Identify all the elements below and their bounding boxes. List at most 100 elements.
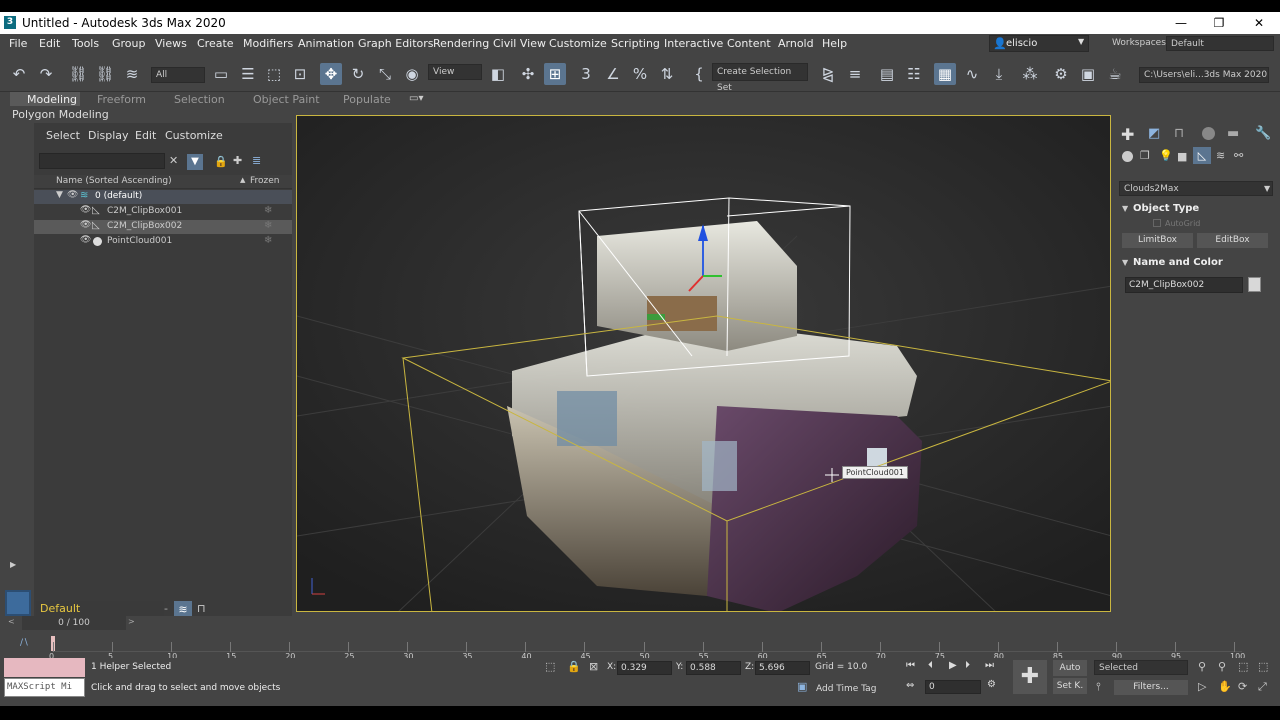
- spinner-snap-icon[interactable]: ⇅: [656, 63, 678, 85]
- display-tab-icon[interactable]: ▬: [1227, 126, 1239, 141]
- placement-icon[interactable]: ◉: [401, 63, 423, 85]
- scene-menu-customize[interactable]: Customize: [165, 129, 223, 142]
- rendered-frame-icon[interactable]: ▣: [1077, 63, 1099, 85]
- table-row[interactable]: 👁 PointCloud001 ❄: [34, 235, 292, 249]
- clear-search-icon[interactable]: ✕: [169, 154, 178, 167]
- key-mode-toggle-icon[interactable]: ⇔: [906, 680, 914, 691]
- menu-file[interactable]: File: [9, 37, 27, 50]
- menu-tools[interactable]: Tools: [72, 37, 99, 50]
- previous-frame-icon[interactable]: ⏴: [928, 660, 933, 671]
- ribbon-options-icon[interactable]: ▭▾: [409, 93, 423, 104]
- filters-button[interactable]: Filters...: [1114, 680, 1188, 695]
- play-icon[interactable]: ▶: [949, 660, 957, 671]
- utilities-tab-icon[interactable]: 🔧: [1255, 126, 1271, 141]
- reference-coordinate-dropdown[interactable]: View: [428, 64, 482, 80]
- ribbon-polygon-modeling[interactable]: Polygon Modeling: [12, 108, 109, 121]
- add-layer-icon[interactable]: ✚: [233, 154, 242, 167]
- rollout-object-type[interactable]: Object Type: [1133, 203, 1199, 214]
- manipulate-icon[interactable]: ⊞: [544, 63, 566, 85]
- project-path-field[interactable]: C:\Users\eli...3ds Max 2020: [1139, 67, 1269, 83]
- add-time-tag-button[interactable]: Add Time Tag: [816, 684, 876, 694]
- menu-graph-editors[interactable]: Graph Editors: [358, 37, 434, 50]
- fov-icon[interactable]: ▷: [1198, 680, 1206, 693]
- cameras-icon[interactable]: ■: [1177, 150, 1187, 163]
- scene-menu-select[interactable]: Select: [46, 129, 80, 142]
- mirror-icon[interactable]: ⧎: [817, 63, 839, 85]
- editbox-button[interactable]: EditBox: [1197, 233, 1268, 248]
- snap-toggle-icon[interactable]: 3: [575, 63, 597, 85]
- tab-selection[interactable]: Selection: [174, 93, 225, 107]
- close-button[interactable]: ✕: [1244, 14, 1274, 32]
- tab-object-paint[interactable]: Object Paint: [253, 93, 320, 107]
- pin-icon[interactable]: ⊓: [197, 602, 206, 615]
- helper-type-dropdown[interactable]: Clouds2Max ▼: [1119, 181, 1273, 196]
- limitbox-button[interactable]: LimitBox: [1122, 233, 1193, 248]
- autogrid-checkbox[interactable]: [1153, 219, 1161, 227]
- layers-icon[interactable]: ≣: [252, 154, 261, 167]
- eye-icon[interactable]: 👁: [80, 220, 91, 230]
- table-row[interactable]: ▼ 👁 ≋ 0 (default): [34, 190, 292, 204]
- menu-modifiers[interactable]: Modifiers: [243, 37, 293, 50]
- lights-icon[interactable]: 💡: [1159, 149, 1173, 162]
- menu-scripting[interactable]: Scripting: [611, 37, 660, 50]
- selection-filter-dropdown[interactable]: All: [151, 67, 205, 83]
- absolute-mode-icon[interactable]: ⊠: [589, 660, 598, 673]
- restore-button[interactable]: ❐: [1204, 14, 1234, 32]
- y-coordinate-field[interactable]: 0.588: [686, 661, 741, 675]
- zoom-extents-all-icon[interactable]: ⬚: [1258, 660, 1268, 673]
- prev-frame-icon[interactable]: <: [8, 617, 15, 626]
- geometry-icon[interactable]: [1122, 151, 1133, 162]
- menu-civil-view[interactable]: Civil View: [493, 37, 546, 50]
- time-tag-icon[interactable]: ▣: [797, 680, 807, 693]
- menu-edit[interactable]: Edit: [39, 37, 60, 50]
- isolate-icon[interactable]: ⬚: [545, 660, 555, 673]
- edit-named-selection-icon[interactable]: {: [688, 63, 710, 85]
- create-selection-set-dropdown[interactable]: Create Selection Set: [712, 63, 808, 93]
- eye-icon[interactable]: 👁: [80, 235, 91, 245]
- layer-dropdown[interactable]: Default -: [36, 601, 168, 617]
- viewport-layout-icon[interactable]: [5, 590, 31, 616]
- menu-create[interactable]: Create: [197, 37, 234, 50]
- bind-space-warp-icon[interactable]: ≋: [121, 63, 143, 85]
- z-coordinate-field[interactable]: 5.696: [755, 661, 810, 675]
- pivot-icon[interactable]: ◧: [487, 63, 509, 85]
- x-coordinate-field[interactable]: 0.329: [617, 661, 672, 675]
- table-row[interactable]: 👁 ◺ C2M_ClipBox001 ❄: [34, 205, 292, 219]
- go-to-end-icon[interactable]: ⏭: [985, 660, 994, 671]
- auto-key-button[interactable]: Auto: [1053, 660, 1087, 676]
- select-scale-icon[interactable]: ⤡: [374, 63, 396, 85]
- tab-freeform[interactable]: Freeform: [97, 93, 146, 107]
- maxscript-mini-listener[interactable]: MAXScript Mi: [4, 678, 85, 697]
- collapse-icon[interactable]: ▼: [1122, 258, 1128, 267]
- lock-icon[interactable]: 🔒: [214, 155, 228, 168]
- modify-tab-icon[interactable]: ◩: [1148, 126, 1160, 141]
- tab-modeling[interactable]: Modeling: [27, 93, 77, 107]
- time-slider[interactable]: 0 / 100: [22, 616, 126, 630]
- color-swatch[interactable]: [1248, 277, 1261, 292]
- window-crossing-icon[interactable]: ⊡: [289, 63, 311, 85]
- lock-selection-icon[interactable]: 🔒: [567, 660, 581, 673]
- col-frozen[interactable]: Frozen: [250, 176, 280, 186]
- shapes-icon[interactable]: ❐: [1140, 149, 1150, 162]
- key-filter-dropdown[interactable]: Selected: [1094, 660, 1188, 675]
- scene-menu-edit[interactable]: Edit: [135, 129, 156, 142]
- menu-group[interactable]: Group: [112, 37, 146, 50]
- frozen-icon[interactable]: ❄: [264, 235, 272, 246]
- render-setup-icon[interactable]: ⚙: [1050, 63, 1072, 85]
- scene-search-input[interactable]: [39, 153, 165, 169]
- frozen-icon[interactable]: ❄: [264, 220, 272, 231]
- toggle-ribbon-icon[interactable]: ▦: [934, 63, 956, 85]
- region-select-icon[interactable]: ⬚: [263, 63, 285, 85]
- hierarchy-tab-icon[interactable]: ⊓: [1174, 126, 1184, 141]
- menu-animation[interactable]: Animation: [298, 37, 354, 50]
- orbit-icon[interactable]: ⟳: [1238, 680, 1247, 693]
- workspace-dropdown[interactable]: Default: [1166, 36, 1274, 51]
- material-editor-icon[interactable]: ⁂: [1019, 63, 1041, 85]
- schematic-view-icon[interactable]: ⤓: [988, 63, 1010, 85]
- eye-icon[interactable]: 👁: [67, 190, 78, 200]
- frozen-icon[interactable]: ❄: [264, 205, 272, 216]
- unlink-icon[interactable]: ⛓: [94, 63, 116, 85]
- select-by-name-icon[interactable]: ☰: [237, 63, 259, 85]
- systems-icon[interactable]: ⚯: [1234, 149, 1243, 162]
- curve-toggle-icon[interactable]: ∕∖: [20, 638, 29, 648]
